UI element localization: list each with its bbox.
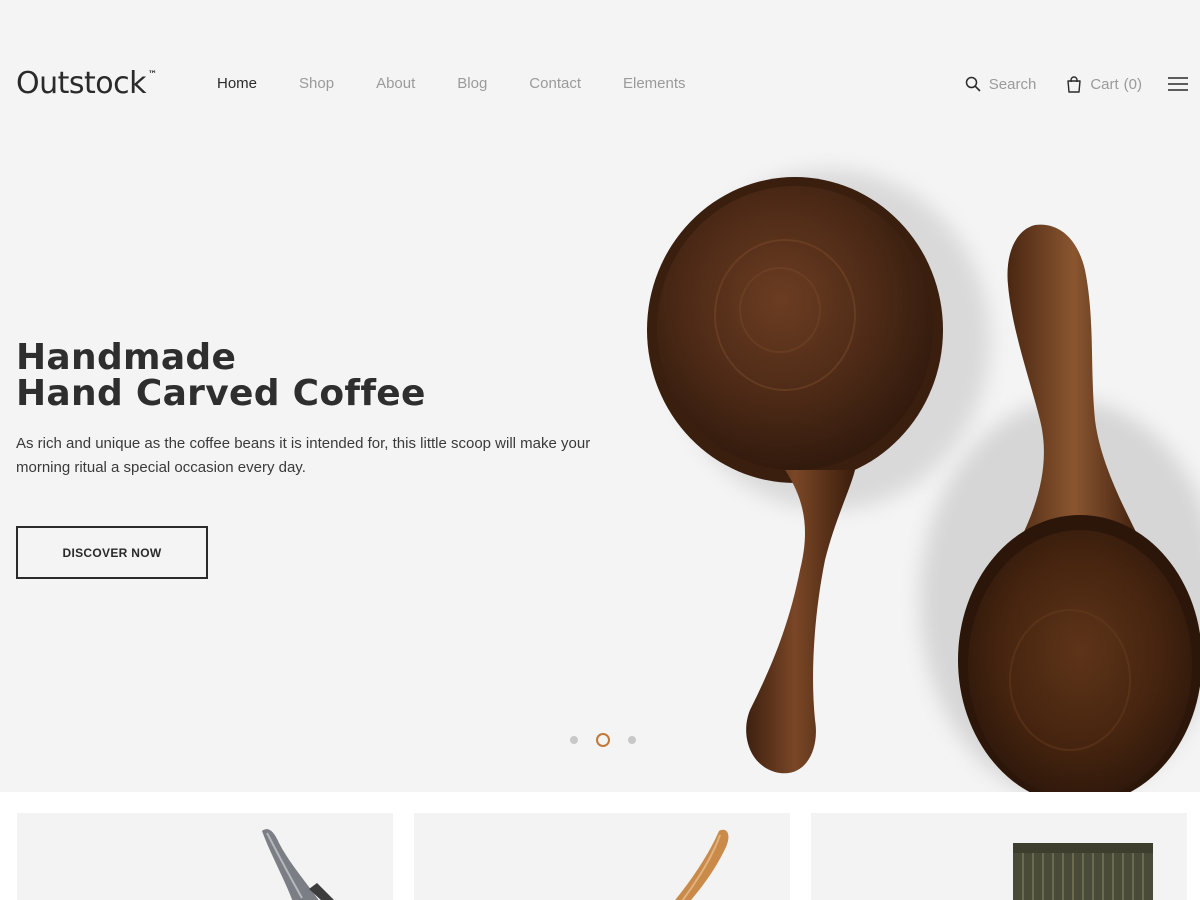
cart-label: Cart xyxy=(1090,75,1119,93)
main-nav: Home Shop About Blog Contact Elements xyxy=(217,75,728,92)
product-image-textile xyxy=(1013,843,1153,900)
hamburger-menu-icon xyxy=(1168,77,1188,91)
nav-item-shop[interactable]: Shop xyxy=(299,75,334,92)
search-icon xyxy=(965,76,981,92)
hamburger-menu-button[interactable] xyxy=(1168,77,1188,91)
cart-button[interactable]: Cart (0) xyxy=(1066,76,1142,93)
slider-pagination xyxy=(570,733,654,747)
cart-count: (0) xyxy=(1123,75,1142,93)
nav-item-contact[interactable]: Contact xyxy=(529,75,581,92)
hero-title-line2: Hand Carved Coffee xyxy=(16,373,426,414)
hero-text: Handmade Hand Carved Coffee As rich and … xyxy=(16,340,636,480)
nav-item-about[interactable]: About xyxy=(376,75,415,92)
search-button[interactable]: Search xyxy=(965,75,1037,93)
brand-name: Outstock xyxy=(16,66,147,101)
slider-dot-2-active[interactable] xyxy=(596,733,610,747)
product-image-knife xyxy=(262,829,334,900)
hero-title: Handmade Hand Carved Coffee xyxy=(16,340,636,412)
shopping-bag-icon xyxy=(1067,75,1082,93)
header-actions: Search Cart (0) xyxy=(965,72,1188,96)
search-label: Search xyxy=(988,75,1037,93)
trademark-mark: ™ xyxy=(148,70,157,80)
product-card-knife[interactable] xyxy=(17,813,393,900)
page: Handmade Hand Carved Coffee As rich and … xyxy=(0,0,1200,900)
product-image-wooden-utensil xyxy=(675,829,729,900)
nav-item-blog[interactable]: Blog xyxy=(457,75,487,92)
product-card-textile[interactable] xyxy=(811,813,1187,900)
site-header: Outstock ™ Home Shop About Blog Contact … xyxy=(0,0,1200,168)
nav-item-home[interactable]: Home xyxy=(217,75,257,92)
brand-logo[interactable]: Outstock ™ xyxy=(16,66,157,101)
slider-dot-3[interactable] xyxy=(628,736,636,744)
hero-title-line1: Handmade xyxy=(16,337,237,378)
hero-image-wooden-spoons xyxy=(600,140,1200,792)
nav-item-elements[interactable]: Elements xyxy=(623,75,686,92)
product-showcase xyxy=(0,792,1200,900)
slider-dot-1[interactable] xyxy=(570,736,578,744)
discover-now-button[interactable]: DISCOVER NOW xyxy=(16,526,208,579)
product-card-wooden-utensil[interactable] xyxy=(414,813,790,900)
hero-description: As rich and unique as the coffee beans i… xyxy=(16,435,591,476)
